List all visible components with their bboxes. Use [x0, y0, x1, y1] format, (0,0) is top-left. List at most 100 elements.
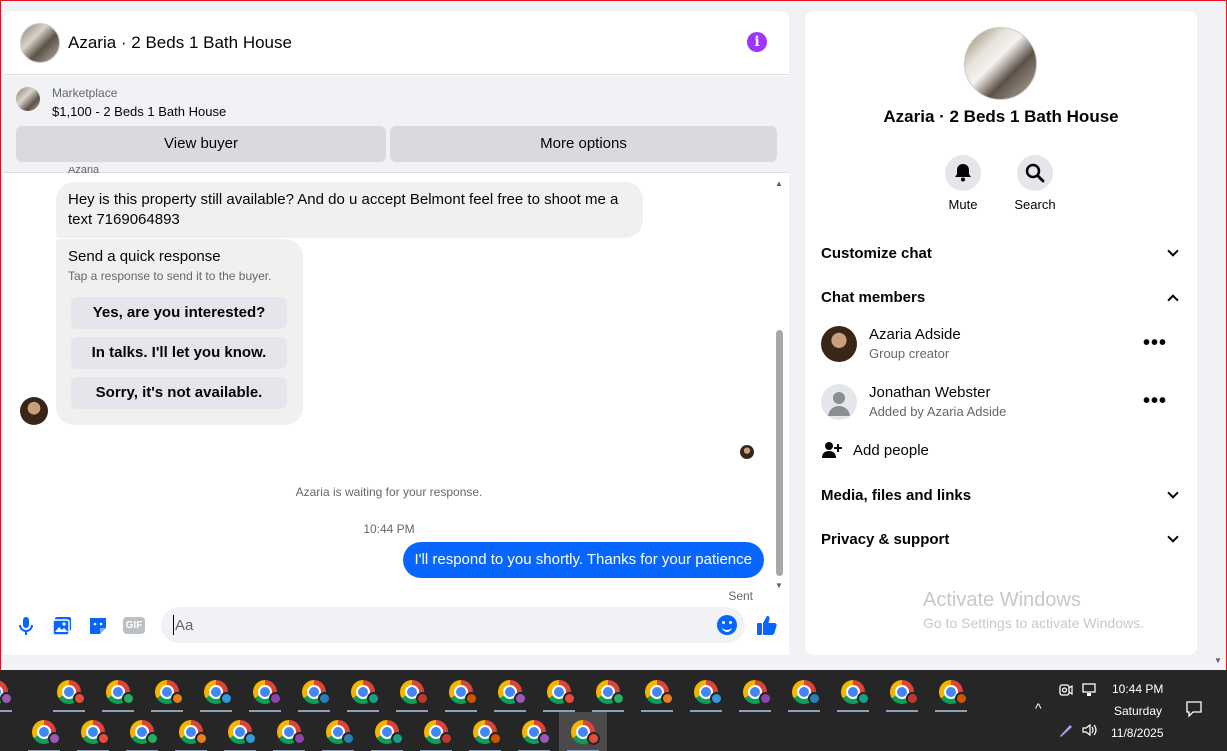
seen-indicator-avatar — [740, 445, 754, 459]
taskbar-chrome-window[interactable] — [363, 712, 411, 751]
taskbar-chrome-window[interactable] — [437, 672, 485, 712]
taskbar-chrome-window[interactable] — [412, 712, 460, 751]
quick-reply-button[interactable]: In talks. I'll let you know. — [71, 337, 287, 369]
taskbar-chrome-window[interactable] — [829, 672, 877, 712]
outgoing-message[interactable]: I'll respond to you shortly. Thanks for … — [402, 542, 764, 578]
customize-chat-section[interactable]: Customize chat — [821, 245, 1181, 265]
marketplace-bar: Marketplace $1,100 - 2 Beds 1 Bath House… — [4, 76, 789, 173]
taskbar-chrome-window[interactable] — [731, 672, 779, 712]
taskbar-chrome-window[interactable] — [118, 712, 166, 751]
avatar[interactable] — [821, 326, 857, 362]
taskbar-chrome-window[interactable] — [20, 712, 68, 751]
profile-badge-icon — [906, 692, 919, 705]
microphone-icon[interactable] — [15, 615, 37, 637]
taskbar-chrome-window[interactable] — [0, 672, 20, 712]
taskbar-chrome-window[interactable] — [290, 672, 338, 712]
taskbar-chrome-window[interactable] — [69, 712, 117, 751]
network-icon[interactable] — [1081, 682, 1099, 701]
emoji-icon[interactable] — [717, 615, 737, 635]
photo-gallery-icon[interactable] — [51, 615, 73, 637]
add-people-button[interactable]: Add people — [821, 439, 1181, 463]
view-buyer-button[interactable]: View buyer — [16, 126, 386, 162]
volume-icon[interactable] — [1081, 722, 1099, 741]
pen-icon[interactable] — [1058, 722, 1074, 741]
taskbar-chrome-window[interactable] — [780, 672, 828, 712]
listing-title[interactable]: $1,100 - 2 Beds 1 Bath House — [52, 104, 226, 119]
taskbar-chrome-window[interactable] — [633, 672, 681, 712]
taskbar-chrome-window[interactable] — [94, 672, 142, 712]
gif-icon[interactable]: GIF — [123, 617, 145, 634]
chat-members-section[interactable]: Chat members — [821, 289, 1181, 309]
taskbar-chrome-window[interactable] — [167, 712, 215, 751]
scroll-down-arrow-icon[interactable]: ▼ — [775, 581, 783, 590]
taskbar-chrome-window[interactable] — [559, 712, 607, 751]
meet-now-icon[interactable] — [1058, 682, 1074, 701]
taskbar-chrome-window[interactable] — [461, 712, 509, 751]
member-name: Jonathan Webster — [869, 384, 991, 401]
taskbar-chrome-window[interactable] — [265, 712, 313, 751]
quick-reply-button[interactable]: Sorry, it's not available. — [71, 377, 287, 409]
member-row[interactable]: Jonathan Webster Added by Azaria Adside … — [821, 384, 1181, 424]
taskbar-chrome-window[interactable] — [927, 672, 975, 712]
message-input[interactable] — [173, 615, 703, 635]
mute-label: Mute — [948, 197, 978, 212]
search-action[interactable]: Search — [1005, 155, 1065, 212]
open-window-indicator — [788, 710, 820, 712]
show-hidden-icons-icon[interactable]: ^ — [1035, 700, 1042, 716]
scrollbar-thumb[interactable] — [776, 330, 783, 576]
taskbar-chrome-window[interactable] — [486, 672, 534, 712]
marketplace-label: Marketplace — [52, 86, 118, 100]
message-composer: GIF — [4, 601, 789, 649]
taskbar-chrome-window[interactable] — [216, 712, 264, 751]
clock-date[interactable]: 11/8/2025 — [1111, 726, 1164, 740]
page-scroll-down-icon[interactable]: ▼ — [1214, 656, 1222, 665]
privacy-support-section[interactable]: Privacy & support — [821, 531, 1181, 551]
taskbar-chrome-window[interactable] — [45, 672, 93, 712]
taskbar-chrome-window[interactable] — [241, 672, 289, 712]
clock-day[interactable]: Saturday — [1114, 704, 1162, 718]
customize-chat-label: Customize chat — [821, 245, 932, 262]
sticker-icon[interactable] — [87, 615, 109, 637]
member-role: Added by Azaria Adside — [869, 404, 1007, 419]
search-icon[interactable] — [1017, 155, 1053, 191]
thumbs-up-icon[interactable] — [756, 614, 778, 636]
browser-window: Azaria · 2 Beds 1 Bath House i Marketpla… — [0, 0, 1227, 670]
taskbar-chrome-window[interactable] — [878, 672, 926, 712]
quick-reply-button[interactable]: Yes, are you interested? — [71, 297, 287, 329]
listing-avatar[interactable] — [20, 22, 60, 63]
taskbar-chrome-window[interactable] — [584, 672, 632, 712]
more-options-icon[interactable]: ••• — [1143, 390, 1167, 413]
info-icon[interactable]: i — [747, 32, 767, 52]
message-list: Azaria Hey is this property still availa… — [4, 167, 789, 603]
listing-photo[interactable] — [964, 27, 1037, 100]
taskbar-chrome-window[interactable] — [388, 672, 436, 712]
taskbar-chrome-window[interactable] — [192, 672, 240, 712]
taskbar-chrome-window[interactable] — [535, 672, 583, 712]
notifications-icon[interactable] — [1185, 700, 1203, 721]
profile-badge-icon — [759, 692, 772, 705]
quick-response-title: Send a quick response — [68, 248, 221, 265]
member-row[interactable]: Azaria Adside Group creator ••• — [821, 326, 1181, 366]
chat-title[interactable]: Azaria · 2 Beds 1 Bath House — [68, 33, 292, 53]
clock-time[interactable]: 10:44 PM — [1112, 682, 1163, 696]
mute-action[interactable]: Mute — [933, 155, 993, 212]
profile-badge-icon — [244, 732, 257, 745]
taskbar-chrome-window[interactable] — [510, 712, 558, 751]
taskbar-chrome-window[interactable] — [339, 672, 387, 712]
chevron-down-icon — [1167, 531, 1179, 543]
media-files-section[interactable]: Media, files and links — [821, 487, 1181, 507]
default-avatar-icon[interactable] — [821, 384, 857, 420]
taskbar-chrome-window[interactable] — [314, 712, 362, 751]
incoming-message[interactable]: Hey is this property still available? An… — [56, 182, 643, 238]
chat-scrollbar[interactable]: ▲ ▼ — [774, 179, 786, 591]
taskbar-chrome-window[interactable] — [143, 672, 191, 712]
profile-badge-icon — [489, 732, 502, 745]
more-options-icon[interactable]: ••• — [1143, 332, 1167, 355]
scroll-up-arrow-icon[interactable]: ▲ — [775, 179, 783, 188]
profile-badge-icon — [465, 692, 478, 705]
bell-icon[interactable] — [945, 155, 981, 191]
taskbar-chrome-window[interactable] — [682, 672, 730, 712]
sender-avatar[interactable] — [20, 397, 48, 425]
message-input-container[interactable] — [161, 607, 745, 643]
more-options-button[interactable]: More options — [390, 126, 777, 162]
